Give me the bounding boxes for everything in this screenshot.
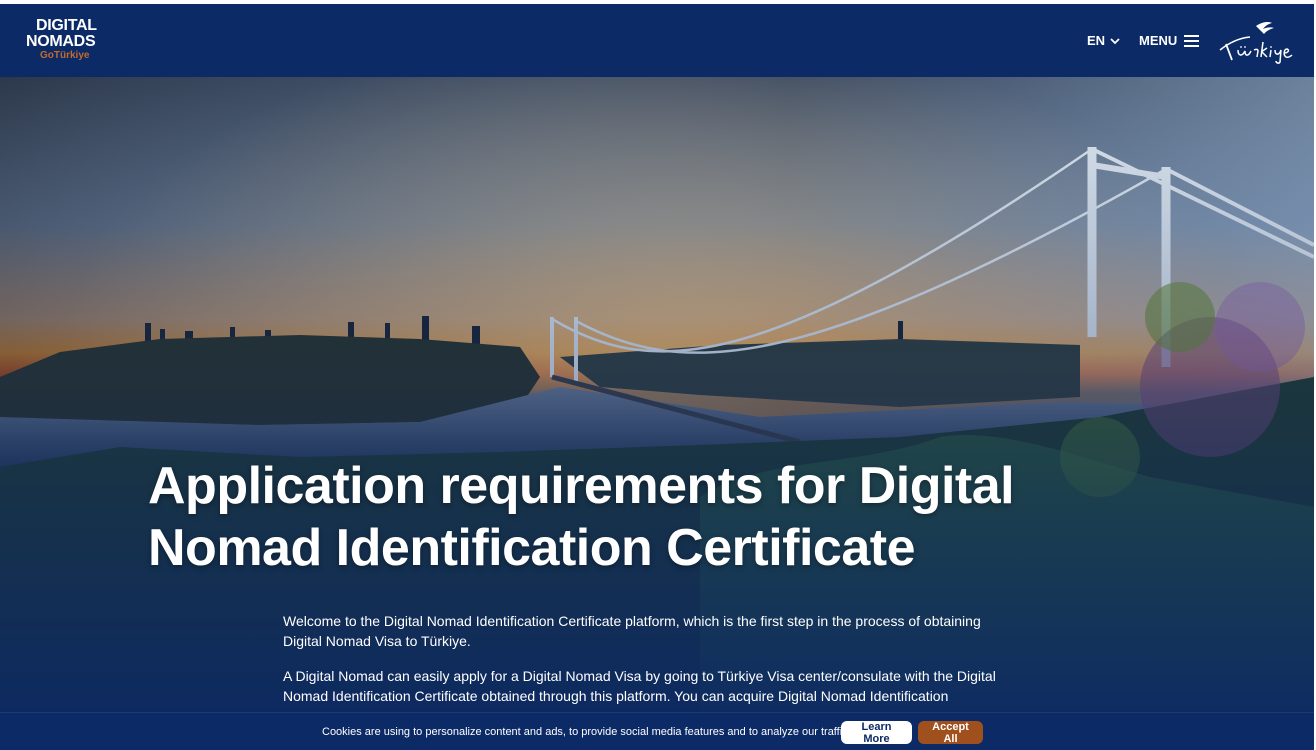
hero-section: Application requirements for Digital Nom… xyxy=(0,77,1314,750)
site-header: DIGITAL NOMADS GoTürkiye EN MENU xyxy=(0,4,1314,77)
logo-line-nomads: NOMADS xyxy=(26,33,96,50)
application-paragraph: A Digital Nomad can easily apply for a D… xyxy=(283,668,996,704)
cookie-message: Cookies are using to personalize content… xyxy=(322,726,851,738)
menu-label: MENU xyxy=(1139,33,1178,48)
language-selector[interactable]: EN xyxy=(1087,33,1121,48)
learn-more-button[interactable]: Learn More xyxy=(841,721,912,745)
logo-line-goturkiye: GoTürkiye xyxy=(40,50,90,61)
turkiye-bird-logo[interactable] xyxy=(1216,20,1296,64)
chevron-down-icon xyxy=(1110,37,1120,44)
accept-all-button[interactable]: Accept All xyxy=(918,721,983,745)
intro-paragraph: Welcome to the Digital Nomad Identificat… xyxy=(283,613,981,649)
cookie-banner: Cookies are using to personalize content… xyxy=(0,712,1314,750)
logo-line-digital: DIGITAL xyxy=(36,17,97,34)
language-label: EN xyxy=(1087,33,1106,48)
hamburger-icon xyxy=(1184,34,1200,47)
digital-nomads-logo[interactable]: DIGITAL NOMADS GoTürkiye xyxy=(26,18,97,61)
page: DIGITAL NOMADS GoTürkiye EN MENU Applica… xyxy=(0,4,1314,750)
page-title: Application requirements for Digital Nom… xyxy=(148,457,1015,577)
menu-button[interactable]: MENU xyxy=(1139,33,1200,48)
